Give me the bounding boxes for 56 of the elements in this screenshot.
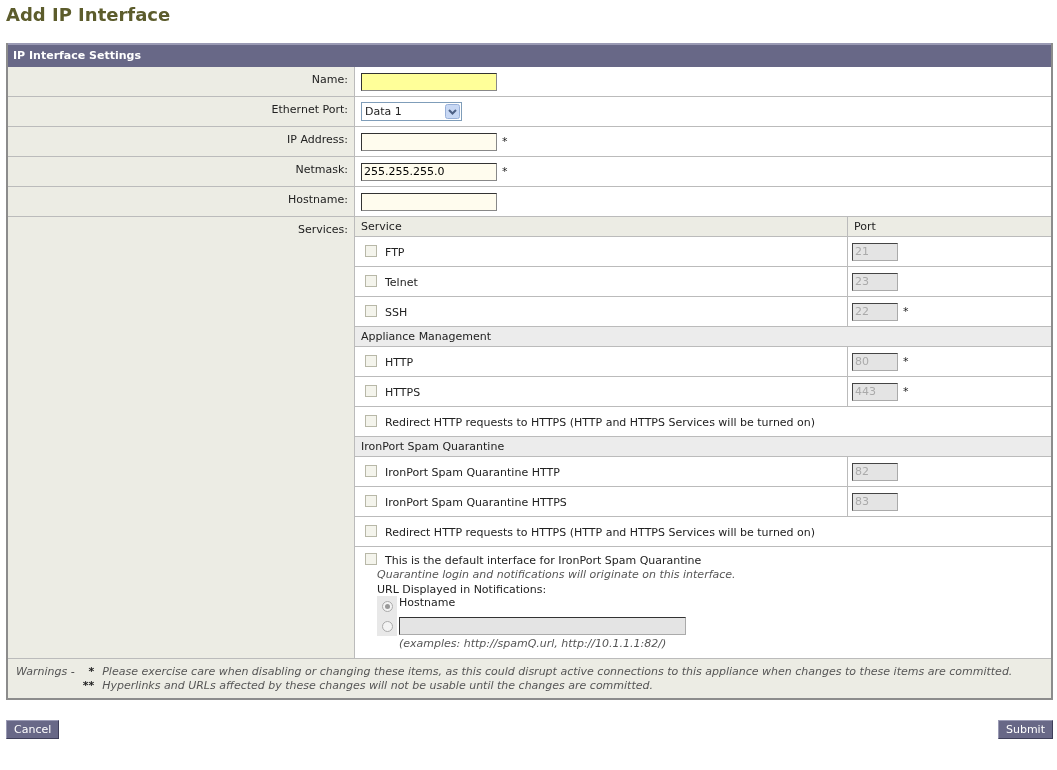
page-title: Add IP Interface (6, 4, 172, 26)
text-field[interactable]: 255.255.255.0 (361, 162, 497, 181)
radio-button[interactable] (381, 600, 393, 612)
checkbox[interactable] (365, 354, 377, 367)
checkbox[interactable] (365, 464, 377, 477)
checkbox-label: Telnet (385, 275, 418, 289)
checkbox[interactable] (365, 304, 377, 317)
checkbox[interactable] (365, 244, 377, 257)
column-header: Service (361, 220, 402, 233)
submit-button[interactable]: Submit (997, 720, 1053, 739)
example-text: (examples: http://spamQ.url, http://10.1.1.1:82/) (398, 637, 668, 650)
checkbox-label: Redirect HTTP requests to HTTPS (HTTP and HTTPS Services will be turned on) (385, 415, 816, 429)
required-mark: * (903, 355, 909, 368)
checkbox[interactable] (365, 414, 377, 427)
required-mark: * (903, 305, 909, 318)
field-label: Ethernet Port: (271, 103, 348, 116)
section-heading: Appliance Management (361, 330, 492, 343)
cancel-button[interactable]: Cancel (6, 720, 60, 739)
checkbox-label: IronPort Spam Quarantine HTTP (385, 465, 560, 479)
text-field[interactable] (361, 192, 497, 211)
warning-mark: ** (82, 679, 95, 692)
checkbox-label: SSH (385, 305, 408, 319)
checkbox[interactable] (365, 553, 377, 565)
checkbox[interactable] (365, 274, 377, 287)
field-label: IP Address: (287, 133, 348, 146)
text-field[interactable] (361, 72, 497, 91)
section-heading: IronPort Spam Quarantine (361, 440, 505, 453)
caret-icon (445, 104, 460, 119)
checkbox[interactable] (365, 384, 377, 397)
warning-text: Hyperlinks and URLs affected by these changes will not be usable until the changes are committed. (102, 679, 654, 692)
checkbox-label: HTTPS (385, 385, 421, 399)
required-mark: * (502, 165, 508, 178)
required-mark: * (502, 135, 508, 148)
hint-text: Quarantine login and notifications will originate on this interface. (376, 568, 737, 581)
radio-label: Hostname (399, 596, 456, 609)
text-field[interactable] (361, 132, 497, 151)
field-label: Netmask: (295, 163, 348, 176)
warning-mark: * (87, 665, 95, 678)
checkbox[interactable] (365, 524, 377, 537)
warnings-label: Warnings - (16, 665, 75, 678)
checkbox-label: HTTP (385, 355, 414, 369)
checkbox-label: FTP (385, 245, 405, 259)
port-dropdown[interactable]: Data 1 (361, 102, 462, 121)
column-header: Port (854, 220, 876, 233)
field-label: Name: (311, 73, 348, 86)
checkbox-label: IronPort Spam Quarantine HTTPS (385, 495, 567, 509)
field-label: Services: (297, 223, 348, 236)
checkbox-label: Redirect HTTP requests to HTTPS (HTTP and HTTPS Services will be turned on) (385, 525, 816, 539)
panel-header: IP Interface Settings (8, 43, 1051, 67)
field-label: Hostname: (288, 193, 348, 206)
radio-button[interactable] (381, 620, 393, 632)
checkbox[interactable] (365, 494, 377, 507)
required-mark: * (903, 385, 909, 398)
checkbox-label: This is the default interface for IronPort Spam Quarantine (385, 554, 702, 567)
warning-text: Please exercise care when disabling or changing these items, as this could disrupt active connections to this appliance when changes to these items are committed. (102, 665, 1014, 678)
url-label: URL Displayed in Notifications: (376, 583, 548, 596)
